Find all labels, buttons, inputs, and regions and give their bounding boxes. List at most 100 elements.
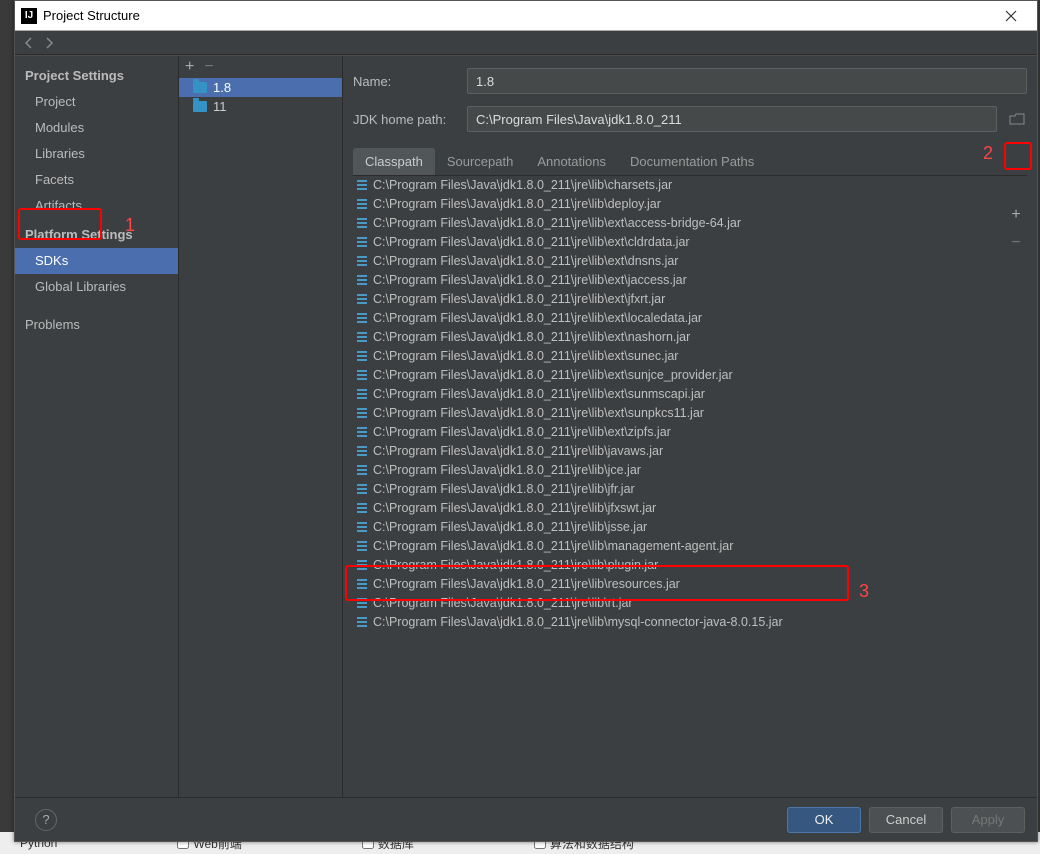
- sidebar-item-artifacts[interactable]: Artifacts: [15, 193, 178, 219]
- classpath-path: C:\Program Files\Java\jdk1.8.0_211\jre\l…: [373, 557, 658, 574]
- classpath-path: C:\Program Files\Java\jdk1.8.0_211\jre\l…: [373, 272, 687, 289]
- classpath-path: C:\Program Files\Java\jdk1.8.0_211\jre\l…: [373, 576, 680, 593]
- forward-button[interactable]: [43, 37, 55, 49]
- classpath-entry[interactable]: C:\Program Files\Java\jdk1.8.0_211\jre\l…: [353, 613, 1027, 632]
- classpath-path: C:\Program Files\Java\jdk1.8.0_211\jre\l…: [373, 215, 741, 232]
- classpath-path: C:\Program Files\Java\jdk1.8.0_211\jre\l…: [373, 424, 671, 441]
- sidebar-item-facets[interactable]: Facets: [15, 167, 178, 193]
- heading-platform-settings: Platform Settings: [15, 219, 178, 248]
- classpath-entry[interactable]: C:\Program Files\Java\jdk1.8.0_211\jre\l…: [353, 195, 1027, 214]
- project-structure-dialog: IJ Project Structure Project Settings Pr…: [14, 0, 1038, 842]
- classpath-path: C:\Program Files\Java\jdk1.8.0_211\jre\l…: [373, 329, 690, 346]
- library-icon: [357, 598, 367, 610]
- classpath-path: C:\Program Files\Java\jdk1.8.0_211\jre\l…: [373, 538, 733, 555]
- library-icon: [357, 541, 367, 553]
- classpath-entry[interactable]: C:\Program Files\Java\jdk1.8.0_211\jre\l…: [353, 442, 1027, 461]
- classpath-entry[interactable]: C:\Program Files\Java\jdk1.8.0_211\jre\l…: [353, 252, 1027, 271]
- classpath-entry[interactable]: C:\Program Files\Java\jdk1.8.0_211\jre\l…: [353, 594, 1027, 613]
- titlebar[interactable]: IJ Project Structure: [15, 1, 1037, 31]
- back-button[interactable]: [23, 37, 35, 49]
- classpath-entry[interactable]: C:\Program Files\Java\jdk1.8.0_211\jre\l…: [353, 290, 1027, 309]
- library-icon: [357, 427, 367, 439]
- tab-sourcepath[interactable]: Sourcepath: [435, 148, 526, 175]
- tabs: Classpath Sourcepath Annotations Documen…: [353, 148, 1027, 176]
- library-icon: [357, 332, 367, 344]
- cancel-button[interactable]: Cancel: [869, 807, 943, 833]
- classpath-entry[interactable]: C:\Program Files\Java\jdk1.8.0_211\jre\l…: [353, 537, 1027, 556]
- library-icon: [357, 180, 367, 192]
- library-icon: [357, 313, 367, 325]
- classpath-entry[interactable]: C:\Program Files\Java\jdk1.8.0_211\jre\l…: [353, 461, 1027, 480]
- classpath-entry[interactable]: C:\Program Files\Java\jdk1.8.0_211\jre\l…: [353, 423, 1027, 442]
- sidebar-item-global-libraries[interactable]: Global Libraries: [15, 274, 178, 300]
- classpath-entry[interactable]: C:\Program Files\Java\jdk1.8.0_211\jre\l…: [353, 499, 1027, 518]
- add-classpath-button[interactable]: +: [1011, 206, 1020, 224]
- add-sdk-button[interactable]: +: [185, 58, 194, 76]
- content-panel: Name: 1.8 JDK home path: C:\Program File…: [343, 56, 1037, 797]
- remove-sdk-button[interactable]: −: [204, 58, 213, 76]
- classpath-entry[interactable]: C:\Program Files\Java\jdk1.8.0_211\jre\l…: [353, 309, 1027, 328]
- classpath-path: C:\Program Files\Java\jdk1.8.0_211\jre\l…: [373, 196, 661, 213]
- library-icon: [357, 294, 367, 306]
- sdk-list-panel: + − 1.8 11: [179, 56, 343, 797]
- remove-classpath-button[interactable]: −: [1011, 234, 1020, 252]
- classpath-entry[interactable]: C:\Program Files\Java\jdk1.8.0_211\jre\l…: [353, 385, 1027, 404]
- name-input[interactable]: 1.8: [467, 68, 1027, 94]
- ok-button[interactable]: OK: [787, 807, 861, 833]
- classpath-list[interactable]: + − C:\Program Files\Java\jdk1.8.0_211\j…: [353, 176, 1027, 791]
- close-button[interactable]: [989, 2, 1033, 30]
- classpath-path: C:\Program Files\Java\jdk1.8.0_211\jre\l…: [373, 595, 633, 612]
- library-icon: [357, 218, 367, 230]
- library-icon: [357, 370, 367, 382]
- heading-project-settings: Project Settings: [15, 60, 178, 89]
- classpath-path: C:\Program Files\Java\jdk1.8.0_211\jre\l…: [373, 386, 705, 403]
- library-icon: [357, 579, 367, 591]
- sidebar-item-libraries[interactable]: Libraries: [15, 141, 178, 167]
- folder-icon: [193, 82, 207, 93]
- library-icon: [357, 199, 367, 211]
- apply-button[interactable]: Apply: [951, 807, 1025, 833]
- classpath-path: C:\Program Files\Java\jdk1.8.0_211\jre\l…: [373, 310, 702, 327]
- sdk-entry-1-8[interactable]: 1.8: [179, 78, 342, 97]
- tab-annotations[interactable]: Annotations: [525, 148, 618, 175]
- classpath-entry[interactable]: C:\Program Files\Java\jdk1.8.0_211\jre\l…: [353, 366, 1027, 385]
- classpath-entry[interactable]: C:\Program Files\Java\jdk1.8.0_211\jre\l…: [353, 556, 1027, 575]
- help-button[interactable]: ?: [35, 809, 57, 831]
- sdk-entry-11[interactable]: 11: [179, 97, 342, 116]
- classpath-entry[interactable]: C:\Program Files\Java\jdk1.8.0_211\jre\l…: [353, 518, 1027, 537]
- navbar: [15, 31, 1037, 55]
- classpath-entry[interactable]: C:\Program Files\Java\jdk1.8.0_211\jre\l…: [353, 404, 1027, 423]
- classpath-entry[interactable]: C:\Program Files\Java\jdk1.8.0_211\jre\l…: [353, 480, 1027, 499]
- classpath-path: C:\Program Files\Java\jdk1.8.0_211\jre\l…: [373, 367, 733, 384]
- classpath-entry[interactable]: C:\Program Files\Java\jdk1.8.0_211\jre\l…: [353, 347, 1027, 366]
- classpath-path: C:\Program Files\Java\jdk1.8.0_211\jre\l…: [373, 462, 641, 479]
- home-path-input[interactable]: C:\Program Files\Java\jdk1.8.0_211: [467, 106, 997, 132]
- classpath-entry[interactable]: C:\Program Files\Java\jdk1.8.0_211\jre\l…: [353, 328, 1027, 347]
- annotation-label-2: 2: [983, 143, 993, 164]
- sidebar-item-project[interactable]: Project: [15, 89, 178, 115]
- classpath-entry[interactable]: C:\Program Files\Java\jdk1.8.0_211\jre\l…: [353, 176, 1027, 195]
- window-title: Project Structure: [43, 8, 989, 23]
- library-icon: [357, 389, 367, 401]
- browse-home-button[interactable]: [1007, 109, 1027, 129]
- sidebar-item-problems[interactable]: Problems: [15, 312, 178, 338]
- classpath-entry[interactable]: C:\Program Files\Java\jdk1.8.0_211\jre\l…: [353, 575, 1027, 594]
- sidebar-item-sdks[interactable]: SDKs: [15, 248, 178, 274]
- library-icon: [357, 446, 367, 458]
- annotation-label-1: 1: [125, 215, 135, 236]
- library-icon: [357, 617, 367, 629]
- classpath-path: C:\Program Files\Java\jdk1.8.0_211\jre\l…: [373, 348, 678, 365]
- classpath-entry[interactable]: C:\Program Files\Java\jdk1.8.0_211\jre\l…: [353, 233, 1027, 252]
- library-icon: [357, 465, 367, 477]
- classpath-path: C:\Program Files\Java\jdk1.8.0_211\jre\l…: [373, 443, 663, 460]
- tab-classpath[interactable]: Classpath: [353, 148, 435, 175]
- sidebar-item-modules[interactable]: Modules: [15, 115, 178, 141]
- tab-documentation-paths[interactable]: Documentation Paths: [618, 148, 766, 175]
- classpath-entry[interactable]: C:\Program Files\Java\jdk1.8.0_211\jre\l…: [353, 214, 1027, 233]
- app-icon: IJ: [21, 8, 37, 24]
- annotation-label-3: 3: [859, 581, 869, 602]
- classpath-path: C:\Program Files\Java\jdk1.8.0_211\jre\l…: [373, 500, 656, 517]
- library-icon: [357, 351, 367, 363]
- library-icon: [357, 560, 367, 572]
- classpath-entry[interactable]: C:\Program Files\Java\jdk1.8.0_211\jre\l…: [353, 271, 1027, 290]
